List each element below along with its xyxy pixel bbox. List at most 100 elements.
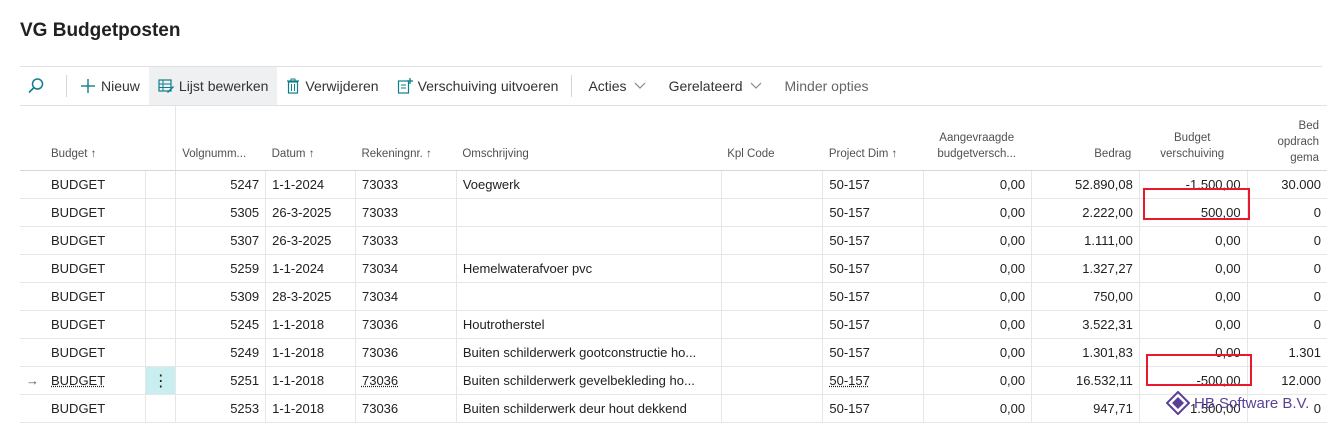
table-row[interactable]: BUDGET 5247 1-1-2024 73033 Voegwerk 50-157 0,0… — [20, 170, 1327, 199]
cell-bed-opdracht[interactable]: 0 — [1247, 254, 1327, 283]
cell-kpl-code[interactable] — [721, 198, 824, 227]
column-header-bedrag[interactable]: Bedrag — [1031, 106, 1140, 171]
cell-budget-shift[interactable]: 0,00 — [1139, 310, 1248, 339]
cell-volgnummer[interactable]: 5245 — [175, 310, 267, 339]
row-indicator[interactable] — [20, 282, 45, 311]
cell-volgnummer[interactable]: 5249 — [175, 338, 267, 367]
cell-project-dim[interactable]: 50-157 — [822, 338, 925, 367]
new-button[interactable]: Nieuw — [71, 67, 149, 105]
cell-requested-shift[interactable]: 0,00 — [923, 366, 1033, 395]
table-row[interactable]: BUDGET 5249 1-1-2018 73036 Buiten schilderwe… — [20, 338, 1327, 367]
cell-budget-shift[interactable]: 0,00 — [1139, 226, 1248, 255]
cell-volgnummer[interactable]: 5253 — [175, 394, 267, 423]
cell-bedrag[interactable]: 16.532,11 — [1031, 366, 1140, 395]
search-button[interactable] — [20, 67, 62, 105]
row-context-cell[interactable] — [145, 254, 177, 283]
cell-bed-opdracht[interactable]: 1.301 — [1247, 338, 1327, 367]
cell-datum[interactable]: 28-3-2025 — [265, 282, 356, 311]
cell-bed-opdracht[interactable]: 30.000 — [1247, 170, 1327, 199]
cell-bedrag[interactable]: 1.327,27 — [1031, 254, 1140, 283]
cell-volgnummer[interactable]: 5305 — [175, 198, 267, 227]
cell-bed-opdracht[interactable]: 0 — [1247, 198, 1327, 227]
cell-rekening[interactable]: 73036 — [355, 366, 457, 395]
cell-budget[interactable]: BUDGET — [45, 310, 147, 339]
cell-kpl-code[interactable] — [721, 254, 824, 283]
cell-kpl-code[interactable] — [721, 394, 824, 423]
column-header-project-dim[interactable]: Project Dim ↑ — [822, 106, 924, 171]
cell-budget[interactable]: BUDGET — [45, 254, 147, 283]
cell-budget[interactable]: BUDGET — [45, 198, 147, 227]
cell-bed-opdracht[interactable]: 0 — [1247, 282, 1327, 311]
cell-bedrag[interactable]: 947,71 — [1031, 394, 1140, 423]
cell-volgnummer[interactable]: 5309 — [175, 282, 267, 311]
table-row[interactable]: BUDGET 5305 26-3-2025 73033 50-157 0,00 2.222,… — [20, 198, 1327, 227]
cell-project-dim[interactable]: 50-157 — [822, 394, 925, 423]
column-header-requested-shift[interactable]: Aangevraagde budgetversch... — [923, 106, 1032, 171]
cell-volgnummer[interactable]: 5307 — [175, 226, 267, 255]
table-row[interactable]: → BUDGET ⋮ 5251 1-1-2018 73036 Buiten schilder… — [20, 366, 1327, 395]
cell-budget-shift[interactable]: 0,00 — [1139, 282, 1248, 311]
cell-project-dim[interactable]: 50-157 — [822, 254, 925, 283]
cell-omschrijving[interactable]: Houtrotherstel — [456, 310, 722, 339]
row-context-cell[interactable] — [145, 310, 177, 339]
row-indicator[interactable] — [20, 226, 45, 255]
cell-kpl-code[interactable] — [721, 338, 824, 367]
cell-requested-shift[interactable]: 0,00 — [923, 310, 1033, 339]
cell-omschrijving[interactable]: Buiten schilderwerk deur hout dekkend — [456, 394, 722, 423]
column-header-budget-shift[interactable]: Budget verschuiving — [1139, 106, 1248, 171]
table-row[interactable]: BUDGET 5307 26-3-2025 73033 50-157 0,00 1.111,… — [20, 226, 1327, 255]
more-options-icon[interactable]: ⋮ — [153, 373, 169, 390]
cell-bedrag[interactable]: 750,00 — [1031, 282, 1140, 311]
cell-rekening[interactable]: 73033 — [355, 226, 457, 255]
cell-datum[interactable]: 1-1-2018 — [265, 366, 356, 395]
related-menu[interactable]: Gerelateerd — [660, 67, 776, 105]
cell-kpl-code[interactable] — [721, 282, 824, 311]
row-context-cell[interactable] — [145, 282, 177, 311]
cell-omschrijving[interactable] — [456, 226, 722, 255]
cell-bedrag[interactable]: 52.890,08 — [1031, 170, 1140, 199]
cell-requested-shift[interactable]: 0,00 — [923, 282, 1033, 311]
row-context-cell[interactable]: ⋮ — [145, 366, 177, 395]
row-context-cell[interactable] — [145, 338, 177, 367]
column-header-omschrijving[interactable]: Omschrijving — [456, 106, 722, 171]
column-header-kpl-code[interactable]: Kpl Code — [721, 106, 823, 171]
cell-volgnummer[interactable]: 5247 — [175, 170, 267, 199]
row-indicator[interactable] — [20, 338, 45, 367]
cell-requested-shift[interactable]: 0,00 — [923, 338, 1033, 367]
cell-project-dim[interactable]: 50-157 — [822, 282, 925, 311]
row-indicator[interactable] — [20, 394, 45, 423]
cell-rekening[interactable]: 73034 — [355, 282, 457, 311]
cell-omschrijving[interactable] — [456, 198, 722, 227]
cell-budget[interactable]: BUDGET — [45, 282, 147, 311]
column-header-budget[interactable]: Budget ↑ — [45, 106, 146, 171]
row-indicator[interactable] — [20, 198, 45, 227]
row-context-cell[interactable] — [145, 394, 177, 423]
cell-volgnummer[interactable]: 5259 — [175, 254, 267, 283]
column-header-volgnummer[interactable]: Volgnumm... — [175, 106, 266, 171]
cell-rekening[interactable]: 73036 — [355, 310, 457, 339]
cell-project-dim[interactable]: 50-157 — [822, 310, 925, 339]
cell-bedrag[interactable]: 2.222,00 — [1031, 198, 1140, 227]
table-row[interactable]: BUDGET 5309 28-3-2025 73034 50-157 0,00 750,00… — [20, 282, 1327, 311]
cell-budget-shift[interactable]: 0,00 — [1139, 254, 1248, 283]
cell-bedrag[interactable]: 3.522,31 — [1031, 310, 1140, 339]
cell-rekening[interactable]: 73033 — [355, 170, 457, 199]
cell-kpl-code[interactable] — [721, 366, 824, 395]
row-context-cell[interactable] — [145, 170, 177, 199]
cell-bed-opdracht[interactable]: 0 — [1247, 226, 1327, 255]
cell-budget[interactable]: BUDGET — [45, 226, 147, 255]
cell-bed-opdracht[interactable]: 0 — [1247, 310, 1327, 339]
cell-datum[interactable]: 1-1-2024 — [265, 254, 356, 283]
cell-datum[interactable]: 1-1-2018 — [265, 394, 356, 423]
cell-datum[interactable]: 1-1-2018 — [265, 338, 356, 367]
row-indicator[interactable] — [20, 170, 45, 199]
cell-requested-shift[interactable]: 0,00 — [923, 254, 1033, 283]
cell-budget[interactable]: BUDGET — [45, 170, 147, 199]
cell-project-dim[interactable]: 50-157 — [822, 226, 925, 255]
fewer-options-button[interactable]: Minder opties — [776, 67, 878, 105]
actions-menu[interactable]: Acties — [576, 67, 659, 105]
cell-kpl-code[interactable] — [721, 226, 824, 255]
cell-rekening[interactable]: 73036 — [355, 394, 457, 423]
cell-rekening[interactable]: 73033 — [355, 198, 457, 227]
column-header-rekening[interactable]: Rekeningnr. ↑ — [355, 106, 457, 171]
